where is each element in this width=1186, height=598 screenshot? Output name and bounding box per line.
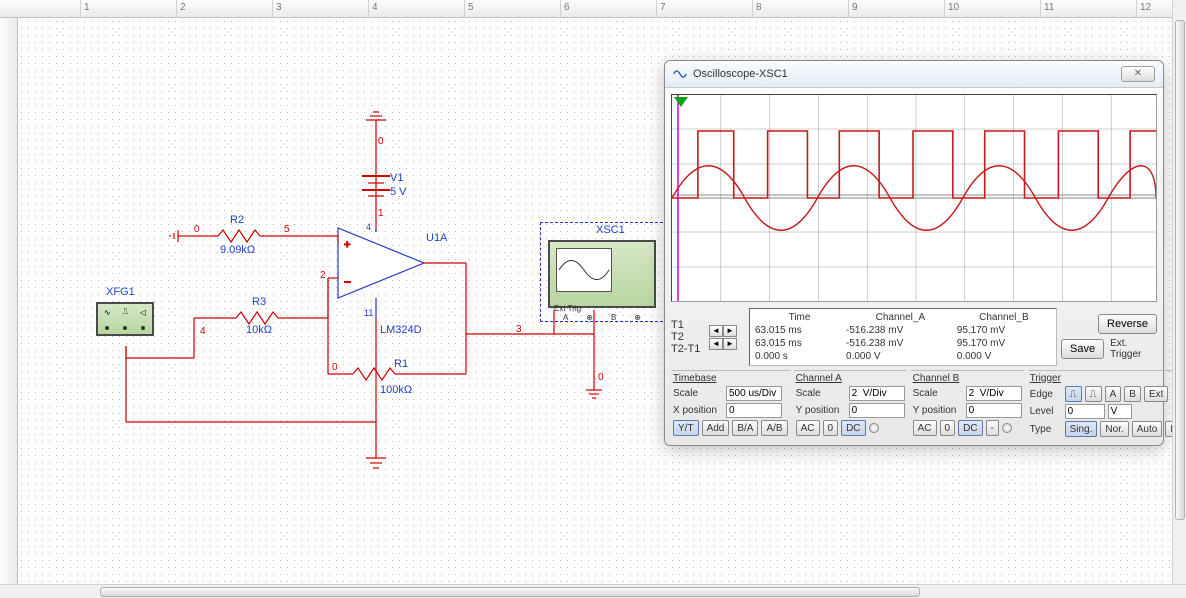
timebase-panel: Timebase Scale X position Y/T Add B/A A/…: [671, 370, 790, 439]
cursor-readout-table: Time Channel_A Channel_B 63.015 ms-516.2…: [749, 308, 1057, 366]
cha-ypos-input[interactable]: [849, 403, 905, 418]
chb-minus-button[interactable]: -: [986, 420, 999, 436]
r2-name: R2: [230, 214, 244, 226]
edge-rising-button[interactable]: ⎍: [1065, 386, 1082, 402]
edge-a-button[interactable]: A: [1105, 386, 1122, 402]
chb-dc-button[interactable]: DC: [958, 420, 982, 436]
r1-value: 100kΩ: [380, 384, 412, 396]
ruler-horizontal: 1 2 3 4 5 6 7 8 9 10 11 12: [0, 0, 1172, 18]
u1a-name: U1A: [426, 232, 447, 244]
chb-ac-button[interactable]: AC: [913, 420, 937, 436]
chb-scale-input[interactable]: [966, 386, 1022, 401]
xsc1-label: XSC1: [596, 224, 625, 236]
timebase-scale-input[interactable]: [726, 386, 782, 401]
cha-probe-dot[interactable]: [869, 423, 879, 433]
scrollbar-vertical[interactable]: [1172, 0, 1186, 584]
trig-nor-button[interactable]: Nor.: [1100, 421, 1128, 437]
oscilloscope-window[interactable]: Oscilloscope-XSC1 ✕: [664, 60, 1164, 446]
scrollbar-h-thumb[interactable]: [100, 587, 920, 597]
workspace: 1 2 3 4 5 6 7 8 9 10 11 12: [0, 0, 1186, 598]
oscilloscope-title: Oscilloscope-XSC1: [693, 68, 1121, 80]
trigger-level-input[interactable]: [1065, 404, 1105, 419]
cha-scale-input[interactable]: [849, 386, 905, 401]
chb-zero-button[interactable]: 0: [940, 420, 956, 436]
edge-ext-button[interactable]: Ext: [1144, 386, 1168, 402]
r1-name: R1: [394, 358, 408, 370]
trig-sing-button[interactable]: Sing.: [1065, 421, 1098, 437]
cha-zero-button[interactable]: 0: [823, 420, 839, 436]
svg-text:+: +: [344, 239, 350, 251]
t1-right-button[interactable]: ►: [723, 325, 737, 337]
scrollbar-horizontal[interactable]: [0, 584, 1186, 598]
trig-auto-button[interactable]: Auto: [1132, 421, 1163, 437]
channel-a-panel: Channel A Scale Y position AC 0 DC: [794, 370, 907, 439]
add-button[interactable]: Add: [702, 420, 730, 436]
save-button[interactable]: Save: [1061, 339, 1104, 359]
edge-b-button[interactable]: B: [1124, 386, 1141, 402]
ext-trigger-label: Ext. Trigger: [1110, 338, 1157, 360]
oscilloscope-display[interactable]: [671, 94, 1157, 302]
close-button[interactable]: ✕: [1121, 66, 1155, 82]
ab-button[interactable]: A/B: [761, 420, 787, 436]
trigger-level-unit[interactable]: [1108, 404, 1132, 419]
yt-button[interactable]: Y/T: [673, 420, 699, 436]
r3-name: R3: [252, 296, 266, 308]
trigger-panel: Trigger Edge ⎍ ⎍ A B Ext Level Type Sing…: [1028, 370, 1186, 439]
cha-ac-button[interactable]: AC: [796, 420, 820, 436]
u1a-part: LM324D: [380, 324, 422, 336]
scrollbar-v-thumb[interactable]: [1175, 20, 1185, 520]
ruler-vertical: [0, 18, 18, 584]
xsc1-pin-a: A: [563, 313, 568, 322]
xsc1-component[interactable]: Ext Trig A ⊕ B ⊕: [548, 240, 656, 308]
r3-value: 10kΩ: [246, 324, 272, 336]
xfg1-label: XFG1: [106, 286, 135, 298]
reverse-button[interactable]: Reverse: [1098, 314, 1157, 334]
cursor-labels: T1 T2 T2-T1: [671, 319, 705, 355]
t2-left-button[interactable]: ◄: [709, 338, 723, 350]
cha-dc-button[interactable]: DC: [841, 420, 865, 436]
v1-value: 5 V: [390, 186, 407, 198]
timebase-xpos-input[interactable]: [726, 403, 782, 418]
svg-text:−: −: [344, 275, 351, 289]
xfg1-component[interactable]: ∿⎍◁: [96, 302, 154, 336]
t1-left-button[interactable]: ◄: [709, 325, 723, 337]
r2-value: 9.09kΩ: [220, 244, 255, 256]
chb-probe-dot[interactable]: [1002, 423, 1012, 433]
xsc1-screen-icon: [556, 248, 612, 292]
v1-name: V1: [390, 172, 403, 184]
oscilloscope-titlebar[interactable]: Oscilloscope-XSC1 ✕: [665, 61, 1163, 88]
ba-button[interactable]: B/A: [732, 420, 758, 436]
xsc1-ext-trig-label: Ext Trig: [554, 304, 590, 313]
edge-falling-button[interactable]: ⎍: [1085, 386, 1102, 402]
oscilloscope-icon: [673, 67, 687, 81]
chb-ypos-input[interactable]: [966, 403, 1022, 418]
t2-right-button[interactable]: ►: [723, 338, 737, 350]
channel-b-panel: Channel B Scale Y position AC 0 DC -: [911, 370, 1024, 439]
cursor-arrows: ◄► ◄►: [709, 324, 745, 350]
xsc1-pin-b: B: [611, 313, 616, 322]
